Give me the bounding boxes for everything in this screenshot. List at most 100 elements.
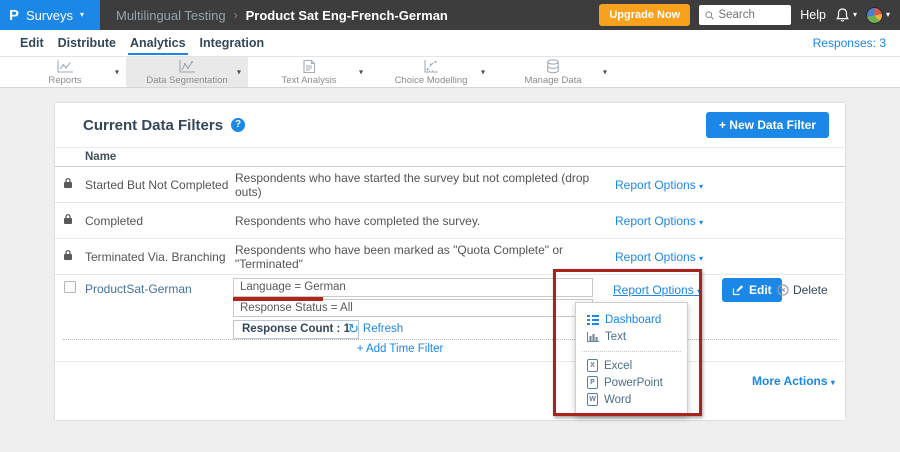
menu-item-powerpoint[interactable]: P PowerPoint — [576, 374, 687, 391]
edit-button[interactable]: Edit — [722, 278, 782, 302]
filter-description: Respondents who have been marked as "Quo… — [235, 243, 607, 271]
more-actions-label: More Actions — [752, 374, 828, 388]
chevron-down-icon[interactable]: ▾ — [237, 68, 241, 77]
refresh-icon: ↻ — [348, 322, 359, 335]
lock-icon — [63, 176, 85, 194]
report-options-link[interactable]: Report Options ▾ — [607, 214, 845, 228]
dotted-divider — [63, 339, 837, 340]
chevron-down-icon: ▾ — [831, 378, 835, 387]
menu-item-word[interactable]: W Word — [576, 391, 687, 408]
delete-link[interactable]: Delete — [777, 283, 828, 297]
search-input[interactable] — [718, 9, 785, 21]
condition-language-field[interactable]: Language = German — [233, 278, 593, 297]
refresh-label: Refresh — [363, 323, 403, 335]
refresh-link[interactable]: ↻ Refresh — [348, 322, 403, 335]
chevron-down-icon: ▾ — [699, 218, 703, 227]
row-checkbox[interactable] — [64, 281, 76, 293]
help-link[interactable]: Help — [800, 8, 826, 22]
menu-item-label: Excel — [604, 360, 632, 372]
text-analysis-icon — [301, 59, 317, 74]
analytics-toolbar: Reports ▾ Data Segmentation ▾ Text Analy… — [0, 57, 900, 88]
search-icon — [705, 10, 714, 21]
chevron-down-icon[interactable]: ▾ — [481, 68, 485, 77]
breadcrumb-separator-icon: › — [234, 8, 238, 22]
more-actions-link[interactable]: More Actions ▾ — [752, 374, 835, 388]
toolbar-item-choice-modelling[interactable]: Choice Modelling ▾ — [370, 57, 492, 87]
toolbar-item-data-segmentation[interactable]: Data Segmentation ▾ — [126, 57, 248, 87]
chevron-down-icon[interactable]: ▾ — [359, 68, 363, 77]
report-options-link[interactable]: Report Options ▾ — [607, 250, 845, 264]
toolbar-item-reports[interactable]: Reports ▾ — [4, 57, 126, 87]
annotation-underline — [233, 297, 323, 301]
notifications-menu[interactable]: ▾ — [835, 7, 857, 23]
menu-divider — [582, 351, 681, 352]
toolbar-item-manage-data[interactable]: Manage Data ▾ — [492, 57, 614, 87]
chevron-down-icon: ▾ — [886, 11, 890, 19]
tab-analytics[interactable]: Analytics — [128, 31, 188, 55]
account-menu[interactable]: ▾ — [866, 7, 890, 24]
questionpro-logo-icon: P — [9, 7, 19, 24]
filter-name: Completed — [85, 214, 235, 228]
report-options-label: Report Options — [615, 214, 696, 228]
choice-modelling-icon — [423, 59, 439, 74]
powerpoint-file-icon: P — [587, 376, 598, 389]
tab-integration[interactable]: Integration — [198, 31, 267, 55]
search-box[interactable] — [699, 5, 791, 25]
help-circle-icon[interactable]: ? — [231, 118, 245, 132]
bar-chart-icon — [587, 332, 599, 342]
chevron-down-icon[interactable]: ▾ — [603, 68, 607, 77]
pencil-icon — [732, 284, 744, 296]
menu-item-label: Word — [604, 394, 631, 406]
new-data-filter-button[interactable]: + New Data Filter — [706, 112, 829, 138]
report-options-label: Report Options — [615, 250, 696, 264]
excel-file-icon: X — [587, 359, 598, 372]
toolbar-label: Choice Modelling — [395, 75, 468, 86]
report-options-link[interactable]: Report Options ▾ — [607, 178, 845, 192]
chevron-down-icon: ▾ — [699, 182, 703, 191]
panel-header: Current Data Filters ? + New Data Filter — [55, 103, 845, 147]
chevron-down-icon: ▾ — [80, 11, 84, 19]
surveys-menu-label: Surveys — [26, 8, 73, 23]
chevron-down-icon: ▾ — [697, 287, 701, 296]
current-data-filters-panel: Current Data Filters ? + New Data Filter… — [55, 103, 845, 420]
responses-count[interactable]: Responses: 3 — [813, 36, 900, 50]
tab-edit[interactable]: Edit — [18, 31, 46, 55]
delete-label: Delete — [793, 283, 828, 297]
breadcrumb-current: Product Sat Eng-French-German — [246, 8, 448, 23]
condition-status-field[interactable]: Response Status = All — [233, 299, 593, 317]
lock-icon — [63, 212, 85, 230]
line-chart-icon — [56, 59, 74, 74]
filter-row-productsat-german: ProductSat-German Language = German Resp… — [55, 275, 845, 362]
database-icon — [546, 59, 560, 74]
toolbar-label: Reports — [48, 75, 81, 86]
menu-item-excel[interactable]: X Excel — [576, 357, 687, 374]
chevron-down-icon[interactable]: ▾ — [115, 68, 119, 77]
toolbar-label: Manage Data — [524, 75, 581, 86]
chevron-down-icon: ▾ — [853, 11, 857, 19]
toolbar-item-text-analysis[interactable]: Text Analysis ▾ — [248, 57, 370, 87]
breadcrumb-parent[interactable]: Multilingual Testing — [116, 8, 226, 23]
menu-item-label: Dashboard — [605, 314, 661, 326]
surveys-menu[interactable]: P Surveys ▾ — [0, 0, 100, 30]
avatar — [866, 7, 883, 24]
filter-name: Terminated Via. Branching — [85, 250, 235, 264]
response-count-badge: Response Count : 1 — [233, 320, 359, 339]
survey-nav: Edit Distribute Analytics Integration Re… — [0, 30, 900, 57]
word-file-icon: W — [587, 393, 598, 406]
menu-item-text[interactable]: Text — [576, 328, 687, 345]
filter-row-completed: Completed Respondents who have completed… — [55, 203, 845, 239]
tab-distribute[interactable]: Distribute — [56, 31, 118, 55]
filter-name[interactable]: ProductSat-German — [85, 282, 192, 296]
upgrade-now-button[interactable]: Upgrade Now — [599, 4, 690, 26]
menu-item-dashboard[interactable]: Dashboard — [576, 311, 687, 328]
filter-name: Started But Not Completed — [85, 178, 235, 192]
edit-label: Edit — [749, 283, 772, 297]
filter-description: Respondents who have completed the surve… — [235, 214, 607, 228]
report-options-link[interactable]: Report Options ▾ — [613, 283, 701, 297]
chevron-down-icon: ▾ — [699, 254, 703, 263]
report-options-label: Report Options — [613, 283, 694, 297]
topbar: P Surveys ▾ Multilingual Testing › Produ… — [0, 0, 900, 30]
page-title-text: Current Data Filters — [83, 117, 223, 134]
segmentation-chart-icon — [178, 59, 196, 74]
dashboard-list-icon — [587, 315, 599, 325]
